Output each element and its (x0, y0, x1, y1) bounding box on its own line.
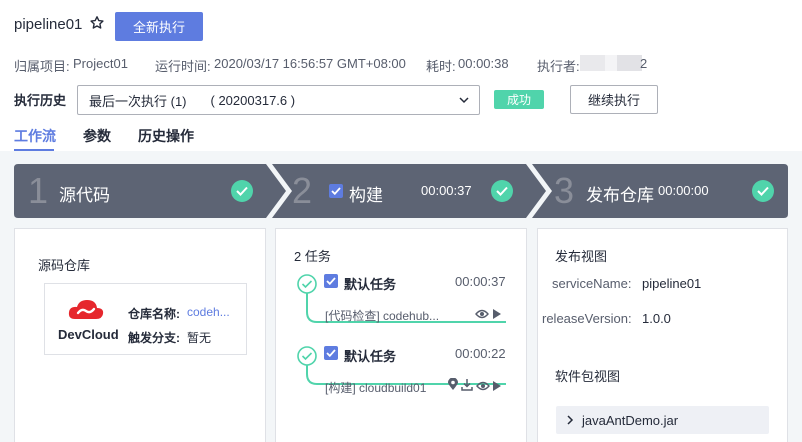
devcloud-brand: DevCloud (58, 327, 119, 342)
release-version-label: releaseVersion: (542, 311, 632, 326)
devcloud-logo-icon (68, 300, 104, 319)
project-value: Project01 (73, 56, 128, 71)
source-panel-title: 源码仓库 (38, 258, 91, 273)
service-name-value: pipeline01 (642, 276, 702, 291)
status-badge: 成功 (494, 90, 544, 109)
run-time-label: 运行时间: (155, 59, 211, 74)
job-2-subtitle: [构建] cloudbuild01 (325, 381, 427, 395)
pipeline-title: pipeline01 (14, 16, 83, 33)
stage-2-checkbox[interactable] (329, 184, 343, 198)
history-selected: 最后一次执行 (1) (89, 93, 187, 109)
job-1-checkbox[interactable] (324, 274, 338, 288)
stage-1-number: 1 (28, 170, 49, 211)
repo-name-label: 仓库名称: (128, 307, 180, 321)
executor-label: 执行者: (537, 59, 580, 74)
run-all-button[interactable]: 全新执行 (115, 12, 203, 41)
stage-2-number: 2 (292, 170, 313, 211)
stage-3-success-icon (752, 180, 774, 202)
tab-history-ops[interactable]: 历史操作 (138, 126, 194, 146)
package-item[interactable]: javaAntDemo.jar (556, 406, 769, 434)
history-label: 执行历史 (14, 93, 67, 108)
play-icon[interactable] (492, 309, 501, 319)
job-2-time: 00:00:22 (455, 346, 506, 361)
job-2-title[interactable]: 默认任务 (344, 346, 396, 365)
play-icon[interactable] (492, 381, 501, 391)
eye-icon[interactable] (475, 308, 489, 320)
stage-3-number: 3 (554, 170, 575, 211)
star-icon[interactable] (89, 15, 105, 31)
job-1-time: 00:00:37 (455, 274, 506, 289)
release-panel-title: 发布视图 (555, 249, 608, 264)
tasks-panel-title: 2 任务 (294, 249, 331, 264)
stage-2-success-icon (491, 180, 513, 202)
package-item-label: javaAntDemo.jar (582, 412, 679, 428)
executor-value: 2 (640, 56, 648, 71)
continue-button[interactable]: 继续执行 (570, 85, 658, 114)
chevron-down-icon (459, 97, 469, 104)
stage-3-time: 00:00:00 (658, 183, 709, 198)
stage-2-time: 00:00:37 (421, 183, 472, 198)
stage-1-name[interactable]: 源代码 (59, 181, 110, 206)
stage-1-success-icon (231, 180, 253, 202)
chevron-right-icon (567, 415, 574, 425)
history-selected-build: ( 20200317.6 ) (210, 92, 296, 108)
job-1-subtitle: [代码检查] codehub... (325, 309, 440, 323)
duration-value: 00:00:38 (458, 56, 509, 71)
package-view-title: 软件包视图 (555, 369, 621, 384)
tab-workflow[interactable]: 工作流 (14, 126, 56, 146)
tab-params[interactable]: 参数 (83, 126, 111, 146)
job-2-checkbox[interactable] (324, 346, 338, 360)
repo-name-link[interactable]: codeh... (187, 305, 230, 319)
location-pin-icon[interactable] (448, 378, 458, 391)
run-time-value: 2020/03/17 16:56:57 GMT+08:00 (214, 56, 406, 71)
branch-value: 暂无 (187, 331, 212, 345)
service-name-label: serviceName: (552, 276, 632, 291)
duration-label: 耗时: (426, 59, 456, 74)
download-icon[interactable] (461, 378, 473, 391)
eye-icon[interactable] (476, 380, 490, 392)
branch-label: 触发分支: (128, 331, 180, 345)
stage-3-name[interactable]: 发布仓库 (586, 181, 654, 206)
job-1-title[interactable]: 默认任务 (344, 274, 396, 293)
stage-2-name[interactable]: 构建 (349, 181, 383, 206)
project-label: 归属项目: (14, 59, 70, 74)
history-select[interactable]: 最后一次执行 (1) ( 20200317.6 ) (77, 85, 480, 115)
executor-masked-value (580, 55, 642, 71)
release-version-value: 1.0.0 (642, 311, 671, 326)
